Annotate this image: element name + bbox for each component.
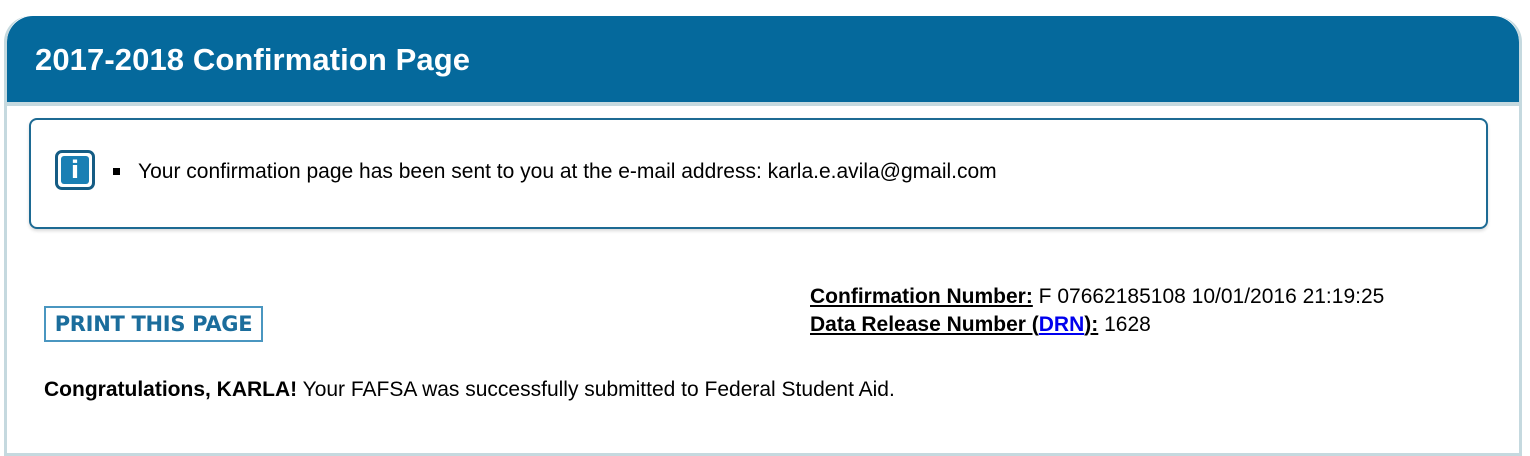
drn-value: 1628 [1104,313,1151,336]
page-title: 2017-2018 Confirmation Page [35,42,471,77]
info-icon-glyph: i [61,156,89,184]
congratulations-greeting: Congratulations, KARLA! [44,378,298,401]
print-page-button[interactable]: PRINT THIS PAGE [44,306,263,342]
panel-header: 2017-2018 Confirmation Page [7,16,1519,106]
submission-message: Your FAFSA was successfully submitted to… [297,378,895,401]
drn-label-suffix: ): [1084,313,1099,336]
confirmation-number-label: Confirmation Number: [810,285,1033,308]
bullet-marker [113,168,120,175]
email-sent-message: Your confirmation page has been sent to … [138,160,997,183]
drn-label-prefix: Data Release Number ( [810,313,1039,336]
drn-link[interactable]: DRN [1039,313,1085,336]
confirmation-number-value: F 07662185108 10/01/2016 21:19:25 [1038,285,1385,308]
congratulations-message: Congratulations, KARLA! Your FAFSA was s… [44,378,895,402]
drn-row: Data Release Number (DRN): 1628 [810,311,1384,339]
info-message-box: i Your confirmation page has been sent t… [29,118,1488,229]
info-icon: i [55,150,95,190]
confirmation-number-row: Confirmation Number: F 07662185108 10/01… [810,283,1384,311]
confirmation-details: Confirmation Number: F 07662185108 10/01… [810,283,1384,339]
